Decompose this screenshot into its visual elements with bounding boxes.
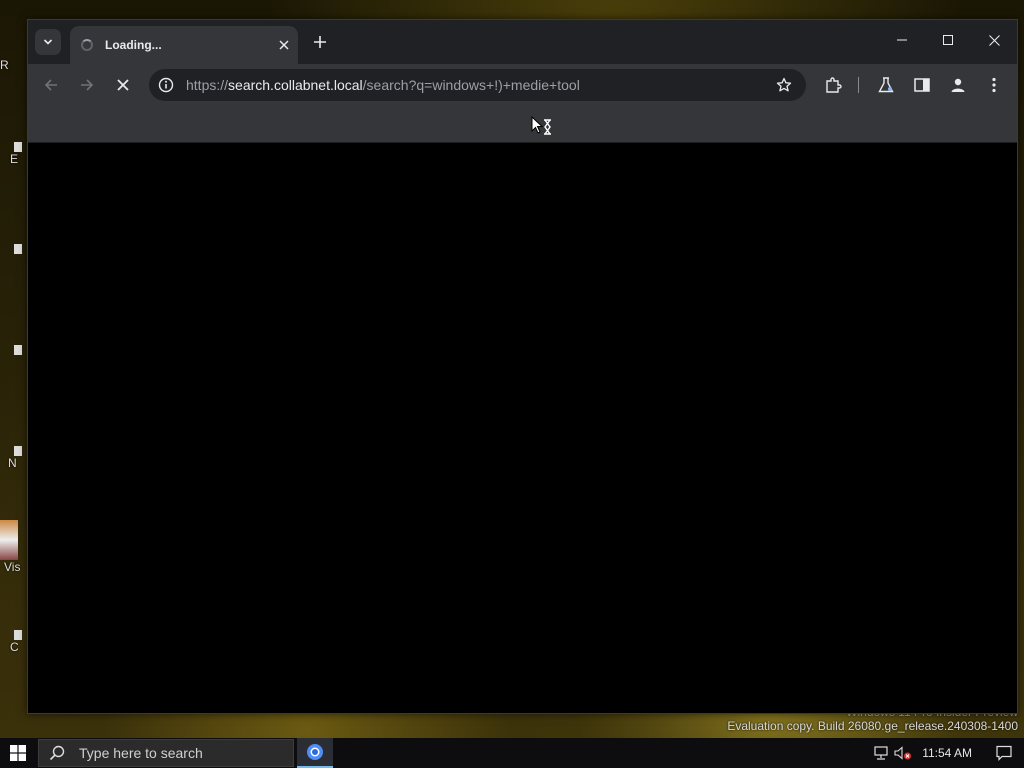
url-scheme: https:// xyxy=(186,77,229,93)
browser-app-icon xyxy=(307,744,323,760)
desktop-icon-label: C xyxy=(10,640,19,654)
url-host: search.collabnet.local xyxy=(228,77,363,93)
close-icon xyxy=(988,34,1000,46)
bookmark-button[interactable] xyxy=(774,75,794,95)
forward-arrow-icon xyxy=(81,79,94,91)
kebab-menu-icon xyxy=(992,77,996,93)
url-text[interactable]: https://search.collabnet.local/search?q=… xyxy=(186,77,774,93)
desktop-icon-vis[interactable]: Vis xyxy=(0,520,26,574)
notifications-button[interactable] xyxy=(984,738,1024,768)
desktop-icon-4[interactable] xyxy=(0,345,26,355)
extensions-button[interactable] xyxy=(822,74,844,96)
info-icon[interactable] xyxy=(158,77,174,93)
start-button[interactable] xyxy=(0,738,36,768)
page-content[interactable] xyxy=(28,143,1017,713)
loading-spinner-icon xyxy=(81,39,93,51)
person-icon xyxy=(951,78,965,92)
bookmarks-bar xyxy=(28,106,1017,143)
labs-button[interactable] xyxy=(875,74,897,96)
chevron-down-icon xyxy=(43,39,53,45)
profile-button[interactable] xyxy=(947,74,969,96)
maximize-icon xyxy=(943,35,953,45)
puzzle-icon xyxy=(826,77,842,93)
tab-close-button[interactable] xyxy=(274,35,294,55)
file-icon xyxy=(14,446,22,456)
windows-logo-icon xyxy=(10,745,26,761)
volume-muted-icon xyxy=(894,746,912,760)
back-button[interactable] xyxy=(36,71,66,99)
browser-menu-button[interactable] xyxy=(983,74,1005,96)
desktop-icon-c[interactable]: C xyxy=(0,630,26,654)
star-icon xyxy=(776,77,792,92)
desktop-icon-label: Vis xyxy=(4,560,21,574)
desktop-icon-label: E xyxy=(10,152,19,166)
desktop-icon-label: R xyxy=(0,58,9,72)
tab-title: Loading... xyxy=(105,38,162,52)
network-icon xyxy=(874,746,888,760)
taskbar-search-input[interactable] xyxy=(77,744,281,762)
file-icon xyxy=(14,630,22,640)
taskbar-clock[interactable]: 11:54 AM xyxy=(922,746,972,760)
desktop-icon-label: N xyxy=(8,456,17,470)
address-bar[interactable]: https://search.collabnet.local/search?q=… xyxy=(149,69,806,101)
stop-loading-button[interactable] xyxy=(108,71,138,99)
window-controls xyxy=(879,20,1017,60)
notification-icon xyxy=(996,745,1012,761)
close-icon xyxy=(279,40,289,50)
desktop-icon-n[interactable]: N xyxy=(0,446,26,470)
busy-cursor-icon xyxy=(531,116,551,135)
close-window-button[interactable] xyxy=(971,20,1017,60)
watermark-build: Evaluation copy. Build 26080.ge_release.… xyxy=(727,719,1018,733)
minimize-icon xyxy=(897,39,907,41)
network-tray-button[interactable] xyxy=(870,738,892,768)
tab-search-button[interactable] xyxy=(35,29,61,55)
url-path: /search?q=windows+!)+medie+tool xyxy=(362,77,580,93)
toolbar-separator xyxy=(858,77,859,93)
forward-button[interactable] xyxy=(72,71,102,99)
maximize-button[interactable] xyxy=(925,20,971,60)
new-tab-button[interactable] xyxy=(308,30,332,54)
system-tray: 11:54 AM xyxy=(870,738,1024,768)
search-icon xyxy=(49,745,65,761)
taskbar-search[interactable] xyxy=(38,739,294,767)
side-panel-icon xyxy=(914,78,930,92)
flask-icon xyxy=(878,77,894,93)
volume-tray-button[interactable] xyxy=(892,738,914,768)
desktop-icon-3[interactable] xyxy=(0,244,26,254)
stop-x-icon xyxy=(117,79,129,91)
tab-active[interactable]: Loading... xyxy=(70,26,298,64)
side-panel-button[interactable] xyxy=(911,74,933,96)
minimize-button[interactable] xyxy=(879,20,925,60)
taskbar: 11:54 AM xyxy=(0,738,1024,768)
file-icon xyxy=(14,244,22,254)
browser-window: Loading... https://search.collabnet.loca… xyxy=(27,19,1018,714)
browser-toolbar: https://search.collabnet.local/search?q=… xyxy=(28,64,1017,106)
plus-icon xyxy=(314,36,326,48)
app-icon xyxy=(0,520,18,560)
back-arrow-icon xyxy=(44,79,57,91)
file-icon xyxy=(14,142,22,152)
taskbar-browser-app[interactable] xyxy=(297,738,333,768)
tab-strip: Loading... xyxy=(28,20,1017,64)
file-icon xyxy=(14,345,22,355)
desktop-icon-e[interactable]: E xyxy=(0,142,26,166)
desktop-icon-r[interactable]: R xyxy=(0,58,26,72)
